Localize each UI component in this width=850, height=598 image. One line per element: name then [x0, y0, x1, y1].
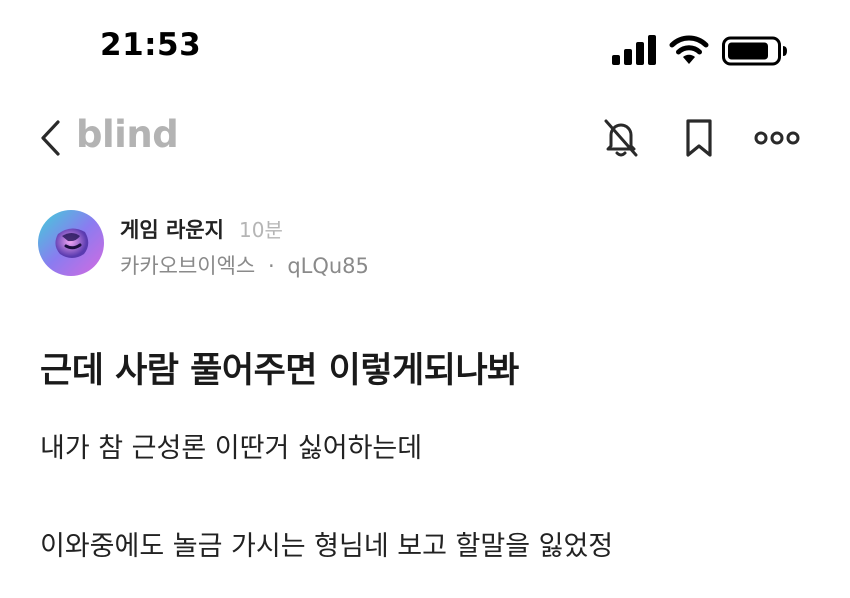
author-company[interactable]: 카카오브이엑스	[120, 254, 255, 278]
status-bar: 21:53	[0, 0, 850, 100]
more-horizontal-icon	[754, 131, 800, 145]
bell-off-icon	[604, 119, 638, 157]
chevron-left-icon	[41, 120, 60, 156]
channel-avatar-image	[38, 210, 104, 276]
channel-name[interactable]: 게임 라운지	[120, 218, 224, 242]
post-body-line: 내가 참 근성론 이딴거 싫어하는데	[40, 433, 423, 464]
author-nickname: qLQu85	[287, 254, 369, 278]
status-time: 21:53	[100, 27, 202, 63]
nav-bar: blind	[0, 100, 850, 180]
battery-icon	[722, 36, 787, 66]
notification-off-button[interactable]	[597, 114, 645, 162]
wifi-icon	[669, 35, 709, 64]
post-time: 10분	[239, 218, 283, 242]
post-body-line: 이와중에도 놀금 가시는 형님네 보고 할말을 잃었정	[40, 531, 614, 562]
author-separator: ·	[267, 254, 275, 278]
channel-line: 게임 라운지 10분	[120, 214, 283, 244]
more-options-button[interactable]	[753, 114, 801, 162]
post-title: 근데 사람 풀어주면 이렇게되나봐	[40, 351, 519, 391]
author-line: 카카오브이엑스 · qLQu85	[120, 250, 369, 280]
bookmark-icon	[686, 119, 712, 157]
back-button[interactable]	[30, 115, 70, 161]
blind-logo[interactable]: blind	[76, 113, 179, 156]
bookmark-button[interactable]	[675, 114, 723, 162]
channel-avatar[interactable]	[38, 210, 104, 276]
signal-icon	[612, 35, 656, 65]
post-author: 게임 라운지 10분 카카오브이엑스 · qLQu85	[38, 210, 818, 280]
